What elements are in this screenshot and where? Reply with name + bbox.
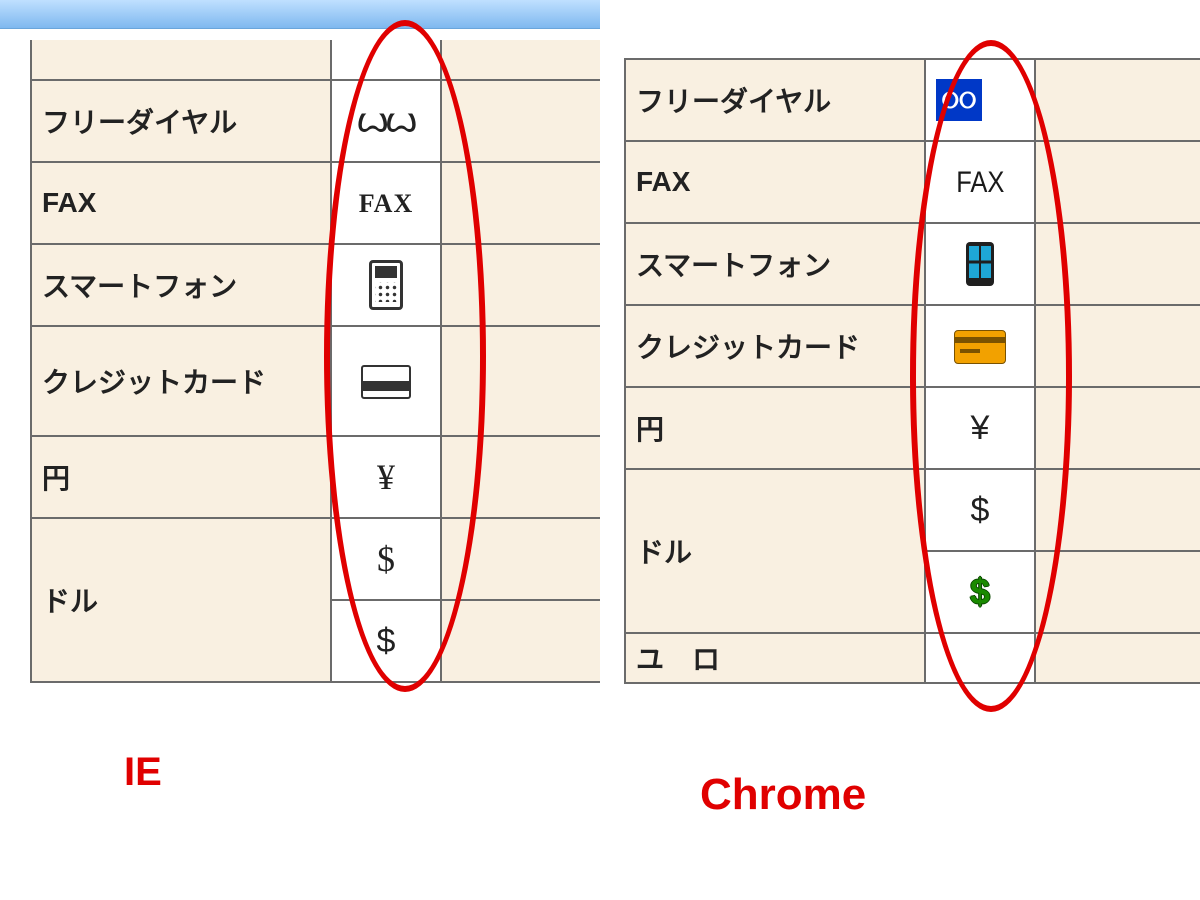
table-row: FAX FAX &#850 (625, 141, 1200, 223)
caption-ie: IE (124, 750, 162, 795)
row-label: ユ ロ (625, 633, 925, 683)
entity-code: &#8. (441, 162, 600, 244)
table-row: ドル $ &#: (31, 518, 600, 600)
entity-code: &#1287 (1035, 551, 1200, 633)
entity-code: &#12: (441, 326, 600, 436)
row-label: FAX (31, 162, 331, 244)
entity-code: &#10 (441, 80, 600, 162)
table-row: 円 ¥ &#16 (625, 387, 1200, 469)
dollar-bold-icon: $ (331, 600, 441, 682)
table-row: ドル $ &#36 (625, 469, 1200, 551)
entity-code: &#12: (441, 600, 600, 682)
freedial-icon: ଠଠ (925, 59, 1035, 141)
credit-card-icon (925, 305, 1035, 387)
caption-chrome: Chrome (700, 770, 866, 820)
row-label: フリーダイヤル (31, 80, 331, 162)
dollar-icon: $ (925, 469, 1035, 551)
window-titlebar (0, 0, 600, 29)
fax-icon: FAX (331, 162, 441, 244)
smartphone-icon (925, 223, 1035, 305)
entity-code: &#12: (441, 244, 600, 326)
entity-code: &#1287 (1035, 305, 1200, 387)
euro-icon (925, 633, 1035, 683)
table-row: スマートフォン &#1282 (625, 223, 1200, 305)
row-label: FAX (625, 141, 925, 223)
entity-code: &#1 (441, 436, 600, 518)
dollar-emoji-icon: $ (925, 551, 1035, 633)
yen-icon: ¥ (331, 436, 441, 518)
table-row: スマートフォン &#12: (31, 244, 600, 326)
entity-code: &#1282 (1035, 223, 1200, 305)
table-row: クレジットカード &#1287 (625, 305, 1200, 387)
symbol-table-chrome: フリーダイヤル ଠଠ &#101 FAX FAX &#850 スマートフォン &… (624, 58, 1200, 684)
table-row: FAX FAX &#8. (31, 162, 600, 244)
table-row: ユ ロ &#10 (625, 633, 1200, 683)
table-row (31, 40, 600, 80)
smartphone-icon (331, 244, 441, 326)
row-label: 円 (31, 436, 331, 518)
row-label: スマートフォン (625, 223, 925, 305)
row-label: ドル (625, 469, 925, 633)
entity-code: &#850 (1035, 141, 1200, 223)
table-row: 円 ¥ &#1 (31, 436, 600, 518)
entity-code: &#36 (1035, 469, 1200, 551)
fax-icon: FAX (925, 141, 1035, 223)
table-row: フリーダイヤル ꙌꙌ &#10 (31, 80, 600, 162)
yen-icon: ¥ (925, 387, 1035, 469)
row-label: 円 (625, 387, 925, 469)
row-label: ドル (31, 518, 331, 682)
row-label: クレジットカード (625, 305, 925, 387)
entity-code: &#16 (1035, 387, 1200, 469)
credit-card-icon (331, 326, 441, 436)
ie-table-panel: フリーダイヤル ꙌꙌ &#10 FAX FAX &#8. スマートフォン &#1… (0, 28, 600, 686)
chrome-table-panel: フリーダイヤル ଠଠ &#101 FAX FAX &#850 スマートフォン &… (600, 28, 1200, 686)
entity-code: &#101 (1035, 59, 1200, 141)
entity-code: &#10 (1035, 633, 1200, 683)
entity-code: &#: (441, 518, 600, 600)
freedial-icon: ꙌꙌ (331, 80, 441, 162)
dollar-icon: $ (331, 518, 441, 600)
row-label: クレジットカード (31, 326, 331, 436)
table-row: クレジットカード &#12: (31, 326, 600, 436)
row-label: スマートフォン (31, 244, 331, 326)
row-label: フリーダイヤル (625, 59, 925, 141)
table-row: フリーダイヤル ଠଠ &#101 (625, 59, 1200, 141)
symbol-table-ie: フリーダイヤル ꙌꙌ &#10 FAX FAX &#8. スマートフォン &#1… (30, 40, 600, 683)
